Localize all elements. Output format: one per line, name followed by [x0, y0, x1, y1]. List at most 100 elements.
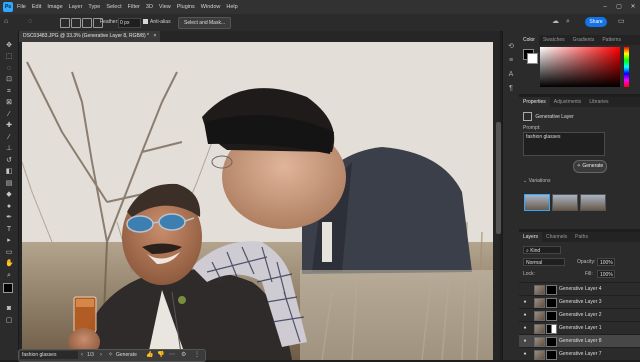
zoom-tool-icon[interactable]: ⌕ [5, 272, 13, 280]
blur-tool-icon[interactable]: ◆ [5, 191, 13, 199]
contextual-generate-button[interactable]: Generate [116, 351, 137, 360]
dodge-tool-icon[interactable]: ● [5, 203, 13, 211]
layer-row[interactable]: ● Generative Layer 1 [519, 321, 640, 334]
scrollbar-thumb[interactable] [496, 122, 501, 234]
healing-brush-tool-icon[interactable]: ✚ [5, 122, 13, 130]
workspace-icon[interactable]: ▭ [618, 18, 626, 26]
history-panel-icon[interactable]: ⟲ [507, 43, 515, 51]
new-selection-icon[interactable] [60, 18, 70, 28]
tab-paths[interactable]: Paths [571, 232, 592, 242]
tab-adjustments[interactable]: Adjustments [550, 97, 586, 107]
type-tool-icon[interactable]: T [5, 226, 13, 234]
eye-icon[interactable]: ● [521, 322, 529, 334]
layer-row[interactable]: ● Generative Layer 7 [519, 347, 640, 360]
gradient-tool-icon[interactable]: ▤ [5, 180, 13, 188]
cloud-icon[interactable]: ☁ [552, 18, 560, 26]
brush-settings-icon[interactable]: ≡ [507, 57, 515, 65]
select-and-mask-button[interactable]: Select and Mask... [178, 17, 232, 29]
add-selection-icon[interactable] [71, 18, 81, 28]
layer-row-selected[interactable]: ● Generative Layer 8 [519, 334, 640, 347]
path-select-tool-icon[interactable]: ▸ [5, 237, 13, 245]
menu-view[interactable]: View [159, 4, 171, 10]
background-color[interactable] [527, 53, 538, 64]
adjust-icon[interactable]: ⚙ [181, 351, 186, 360]
eye-icon[interactable]: ● [521, 296, 529, 308]
eye-icon[interactable]: ● [521, 309, 529, 321]
layer-row[interactable]: Generative Layer 4 [519, 282, 640, 295]
clone-stamp-tool-icon[interactable]: ⊥ [5, 145, 13, 153]
layer-filter-kind[interactable]: ⌕ Kind [523, 246, 561, 254]
feather-input[interactable]: 0 px [118, 18, 141, 28]
menu-type[interactable]: Type [88, 4, 100, 10]
pen-tool-icon[interactable]: ✒ [5, 214, 13, 222]
maximize-button[interactable]: ▢ [612, 0, 626, 14]
foreground-swatch[interactable] [3, 283, 13, 293]
tab-channels[interactable]: Channels [542, 232, 571, 242]
menu-image[interactable]: Image [47, 4, 62, 10]
screen-mode-icon[interactable]: ▢ [5, 317, 13, 325]
lasso-tool-icon[interactable]: ◌ [5, 65, 13, 73]
prompt-textarea[interactable]: fashion glasses [523, 132, 605, 156]
menu-edit[interactable]: Edit [32, 4, 41, 10]
menu-file[interactable]: File [17, 4, 26, 10]
document-tab[interactable]: DSC03483.JPG @ 33.3% (Generative Layer 8… [19, 31, 161, 42]
generate-button[interactable]: ✧ Generate [573, 160, 607, 173]
tab-properties[interactable]: Properties [519, 97, 550, 107]
quick-mask-icon[interactable]: ◙ [5, 305, 13, 313]
document-canvas[interactable] [22, 42, 493, 360]
eye-icon[interactable]: ● [521, 348, 529, 360]
object-select-tool-icon[interactable]: ⊡ [5, 76, 13, 84]
tab-patterns[interactable]: Patterns [598, 35, 625, 45]
lasso-tool-preset-icon[interactable]: ◌ [28, 18, 36, 26]
variation-thumbnail[interactable] [552, 194, 578, 211]
blend-mode-select[interactable]: Normal [523, 258, 565, 266]
tab-libraries[interactable]: Libraries [585, 97, 612, 107]
antialias-checkbox[interactable] [143, 19, 148, 24]
marquee-tool-icon[interactable]: ⬚ [5, 53, 13, 61]
canvas-area[interactable] [19, 42, 500, 360]
menu-select[interactable]: Select [106, 4, 121, 10]
subtract-selection-icon[interactable] [82, 18, 92, 28]
thumbs-up-icon[interactable]: 👍 [146, 351, 153, 360]
variation-thumbnail[interactable] [524, 194, 550, 211]
rectangle-tool-icon[interactable]: ▭ [5, 249, 13, 257]
home-icon[interactable]: ⌂ [4, 18, 12, 26]
search-icon[interactable]: ⌕ [566, 18, 574, 26]
close-window-button[interactable]: ✕ [626, 0, 640, 14]
character-panel-icon[interactable]: A [507, 71, 515, 79]
menu-plugins[interactable]: Plugins [177, 4, 195, 10]
prev-variation-icon[interactable]: ‹ [81, 351, 83, 360]
pin-bar-icon[interactable]: ⋮ [194, 351, 200, 360]
layer-row[interactable]: ● Generative Layer 3 [519, 295, 640, 308]
tab-color[interactable]: Color [519, 35, 539, 45]
contextual-prompt-input[interactable]: fashion glasses [20, 351, 78, 359]
canvas-scrollbar[interactable] [495, 42, 501, 360]
eyedropper-tool-icon[interactable]: ⁄ [5, 111, 13, 119]
menu-filter[interactable]: Filter [128, 4, 140, 10]
more-options-icon[interactable]: ⋯ [169, 351, 175, 360]
crop-tool-icon[interactable]: ⌗ [5, 88, 13, 96]
paragraph-panel-icon[interactable]: ¶ [507, 85, 515, 93]
tab-gradients[interactable]: Gradients [569, 35, 599, 45]
move-tool-icon[interactable]: ✥ [5, 42, 13, 50]
next-variation-icon[interactable]: › [100, 351, 102, 360]
color-picker-field[interactable] [540, 47, 620, 87]
thumbs-down-icon[interactable]: 👎 [157, 351, 164, 360]
variation-thumbnail[interactable] [580, 194, 606, 211]
fill-input[interactable]: 100% [597, 270, 615, 278]
opacity-input[interactable]: 100% [597, 258, 615, 266]
variations-label[interactable]: ⌄ Variations [523, 178, 550, 184]
color-swatches[interactable] [3, 283, 17, 298]
menu-3d[interactable]: 3D [146, 4, 153, 10]
eraser-tool-icon[interactable]: ◧ [5, 168, 13, 176]
eye-icon[interactable]: ● [521, 335, 529, 347]
close-tab-icon[interactable]: × [153, 33, 156, 39]
layer-row[interactable]: ● Generative Layer 2 [519, 308, 640, 321]
hue-slider[interactable] [624, 47, 629, 87]
tab-swatches[interactable]: Swatches [539, 35, 569, 45]
menu-help[interactable]: Help [226, 4, 237, 10]
photoshop-logo[interactable]: Ps [3, 2, 13, 12]
hand-tool-icon[interactable]: ✋ [5, 260, 14, 268]
menu-window[interactable]: Window [201, 4, 221, 10]
frame-tool-icon[interactable]: ⊠ [5, 99, 13, 107]
